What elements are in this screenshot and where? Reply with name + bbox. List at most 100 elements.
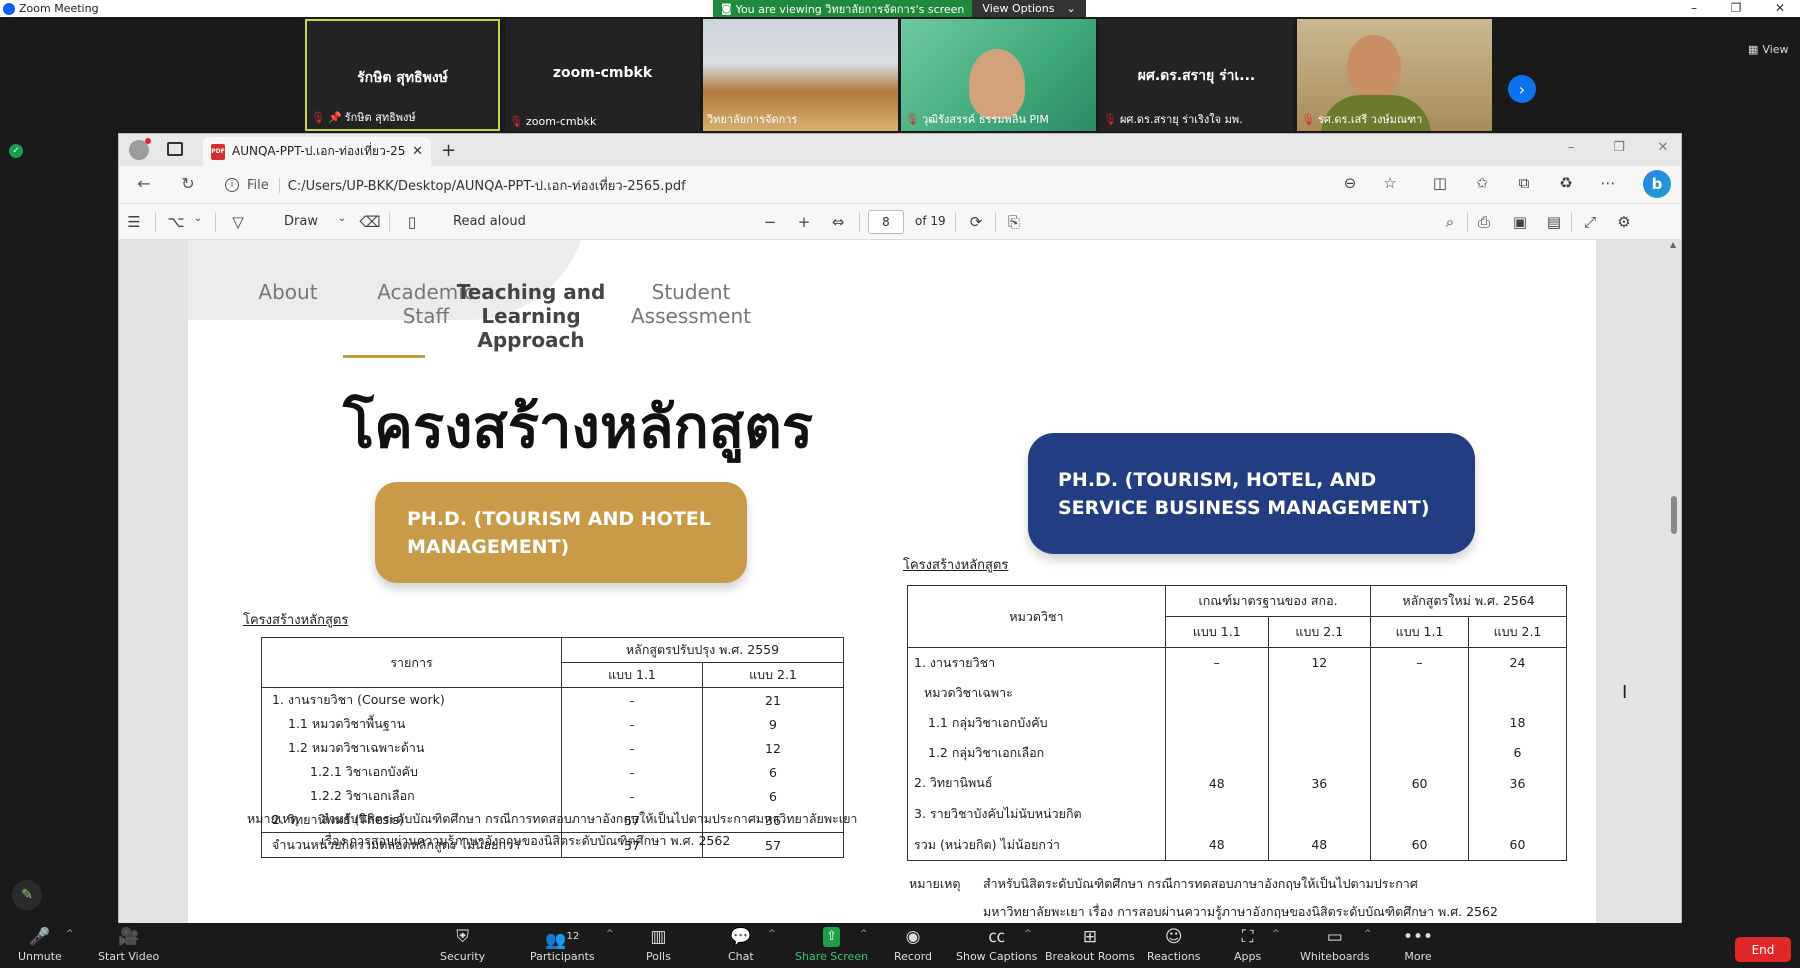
zoom-out-minus-icon[interactable]: −	[759, 213, 781, 231]
unmute-label: Unmute	[18, 950, 62, 963]
bing-copilot-icon[interactable]: b	[1643, 170, 1671, 198]
slide-nav-assessment: Student Assessment	[631, 280, 751, 328]
draw-pen-icon[interactable]: ▽	[227, 213, 249, 231]
more-dots-icon: •••	[1403, 927, 1434, 947]
url-text[interactable]: C:/Users/UP-BKK/Desktop/AUNQA-PPT-ป.เอก-…	[288, 175, 686, 196]
reactions-button[interactable]: ☺ Reactions	[1147, 927, 1201, 963]
split-screen-icon[interactable]: ◫	[1429, 174, 1451, 192]
table-header: แบบ 1.1	[1165, 616, 1269, 648]
participant-tile[interactable]: รักษิต สุทธิพงษ์ 🎙 📌 รักษิต สุทธิพงษ์	[305, 19, 500, 131]
refresh-icon[interactable]: ↻	[177, 174, 199, 193]
more-button[interactable]: ••• More	[1403, 927, 1433, 963]
participant-tile[interactable]: วิทยาลัยการจัดการ	[703, 19, 898, 131]
chevron-up-icon[interactable]: ^	[1364, 929, 1372, 939]
record-button[interactable]: ◉ Record	[894, 927, 932, 963]
participant-tile[interactable]: 🎙 รศ.ดร.เสรี วงษ์มณฑา	[1297, 19, 1492, 131]
new-tab-icon[interactable]: +	[441, 140, 456, 161]
chevron-down-icon[interactable]: ⌄	[331, 213, 353, 224]
chat-button[interactable]: 💬 Chat	[728, 927, 754, 963]
page-number-input[interactable]: 8	[868, 210, 904, 234]
participants-button[interactable]: 👥12 Participants	[530, 927, 595, 963]
whiteboards-button[interactable]: ▭ Whiteboards	[1300, 927, 1369, 963]
participant-tile[interactable]: 🎙 วุฒิรังสรรค์ ธรรมพลิน PIM	[901, 19, 1096, 131]
rotate-icon[interactable]: ⟳	[965, 213, 987, 231]
polls-label: Polls	[646, 950, 671, 963]
polls-button[interactable]: ▥ Polls	[646, 927, 671, 963]
zoom-in-plus-icon[interactable]: +	[793, 213, 815, 231]
close-icon[interactable]: ✕	[1770, 1, 1790, 15]
pdf-viewer[interactable]: About Academic Staff Teaching and Learni…	[119, 240, 1681, 924]
row-value: –	[1165, 647, 1269, 678]
annotate-pen-icon[interactable]: ✎	[12, 880, 42, 910]
toolbar-divider	[995, 212, 996, 232]
contents-list-icon[interactable]: ☰	[123, 213, 145, 231]
window-title: Zoom Meeting	[19, 2, 99, 15]
scroll-up-icon[interactable]: ▲	[1670, 240, 1676, 249]
eraser-icon[interactable]: ⌫	[359, 213, 381, 231]
url-field[interactable]: i File C:/Users/UP-BKK/Desktop/AUNQA-PPT…	[225, 171, 1475, 199]
more-menu-icon[interactable]: ⋯	[1597, 174, 1619, 192]
save-icon[interactable]: ▣	[1509, 213, 1531, 231]
back-icon[interactable]: ←	[133, 174, 155, 193]
unmute-button[interactable]: 🎤 Unmute	[18, 927, 62, 963]
favorite-star-icon[interactable]: ☆	[1379, 174, 1401, 192]
security-button[interactable]: ⛨ Security	[440, 927, 485, 963]
toolbar-divider	[215, 212, 216, 232]
start-video-button[interactable]: 🎥 Start Video	[98, 927, 159, 963]
extension-icon[interactable]: ♻	[1555, 174, 1577, 192]
highlight-icon[interactable]: ⌥	[165, 213, 187, 231]
chevron-up-icon[interactable]: ^	[1024, 929, 1032, 939]
favorites-icon[interactable]: ✩	[1471, 174, 1493, 192]
chevron-up-icon[interactable]: ^	[66, 929, 74, 939]
participant-tile[interactable]: ผศ.ดร.สรายุ ร่าเ... 🎙 ผศ.ดร.สรายุ ร่าเริง…	[1099, 19, 1294, 131]
search-icon[interactable]: ⌕	[1439, 213, 1461, 231]
draw-button[interactable]: Draw	[284, 214, 318, 229]
close-tab-icon[interactable]: ✕	[412, 144, 423, 159]
tab-pdf[interactable]: PDF AUNQA-PPT-ป.เอก-ท่องเที่ยว-2565.pdf …	[203, 137, 431, 166]
note-text: สำหรับนิสิตระดับบัณฑิตศึกษา กรณีการทดสอบ…	[983, 876, 1418, 891]
zoom-out-icon[interactable]: ⊖	[1339, 174, 1361, 192]
chevron-down-icon[interactable]: ⌄	[187, 213, 209, 224]
settings-gear-icon[interactable]: ⚙	[1613, 213, 1635, 231]
table-note-right: หมายเหตุ สำหรับนิสิตระดับบัณฑิตศึกษา กรณี…	[909, 870, 1498, 924]
row-value: -	[561, 687, 703, 712]
participant-label-text: รศ.ดร.เสรี วงษ์มณฑา	[1317, 113, 1423, 126]
toolbar-divider	[859, 212, 860, 232]
scrollbar-thumb[interactable]	[1671, 496, 1677, 534]
print-icon[interactable]: ⎙	[1473, 213, 1495, 231]
tab-actions-icon[interactable]	[167, 142, 183, 156]
row-value: 6	[702, 760, 844, 784]
minimize-icon[interactable]: –	[1559, 140, 1583, 155]
close-icon[interactable]: ✕	[1651, 140, 1675, 155]
breakout-rooms-label: Breakout Rooms	[1045, 950, 1135, 963]
save-as-icon[interactable]: ▤	[1543, 213, 1565, 231]
fullscreen-icon[interactable]: ⤢	[1579, 213, 1601, 231]
page-layout-icon[interactable]: ⎘	[1003, 213, 1025, 231]
address-bar: ← ↻ i File C:/Users/UP-BKK/Desktop/AUNQA…	[119, 166, 1681, 204]
share-screen-button[interactable]: ⇧ Share Screen	[795, 927, 868, 963]
breakout-rooms-button[interactable]: ⊞ Breakout Rooms	[1045, 927, 1135, 963]
read-aloud-button[interactable]: Read aloud	[453, 214, 526, 229]
next-page-arrow-icon[interactable]: ›	[1508, 75, 1536, 103]
chevron-up-icon[interactable]: ^	[768, 929, 776, 939]
view-options-button[interactable]: View Options ⌄	[972, 0, 1086, 17]
view-button[interactable]: ▦ View	[1748, 43, 1789, 56]
restore-icon[interactable]: ❐	[1607, 140, 1631, 155]
chevron-up-icon[interactable]: ^	[860, 929, 868, 939]
vertical-scrollbar[interactable]: ▲	[1670, 240, 1678, 916]
restore-icon[interactable]: ❐	[1726, 1, 1746, 15]
info-icon[interactable]: i	[225, 178, 239, 192]
participant-label-text: วุฒิรังสรรค์ ธรรมพลิน PIM	[921, 113, 1049, 126]
participant-tile[interactable]: zoom-cmbkk 🎙 zoom-cmbkk	[505, 19, 700, 131]
collections-icon[interactable]: ⧉	[1513, 174, 1535, 192]
chevron-up-icon[interactable]: ^	[606, 929, 614, 939]
apps-button[interactable]: ⛶ Apps	[1234, 927, 1261, 963]
url-scheme-label: File	[247, 177, 280, 193]
end-meeting-button[interactable]: End	[1735, 937, 1791, 962]
minimize-icon[interactable]: –	[1684, 1, 1704, 15]
fit-to-width-icon[interactable]: ⇔	[827, 213, 849, 231]
curriculum-table-right: หมวดวิชา เกณฑ์มาตรฐานของ สกอ. หลักสูตรให…	[907, 585, 1567, 861]
chevron-up-icon[interactable]: ^	[1272, 929, 1280, 939]
encryption-shield-icon[interactable]: ✓	[9, 144, 23, 158]
page-view-icon[interactable]: ▯	[401, 213, 423, 231]
